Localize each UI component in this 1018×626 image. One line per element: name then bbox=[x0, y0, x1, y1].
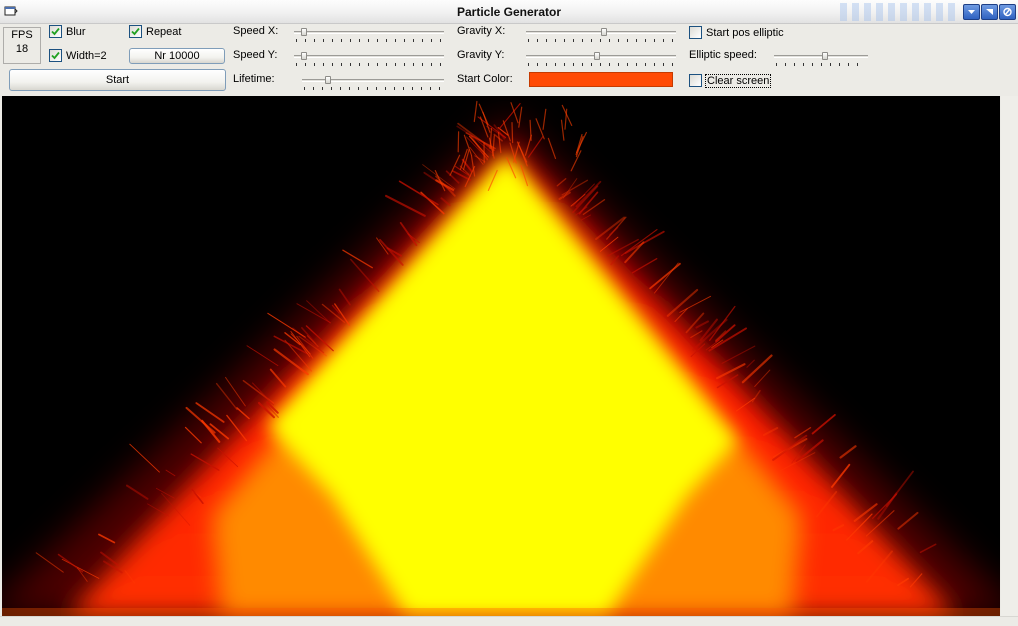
lifetime-slider[interactable] bbox=[302, 76, 444, 90]
speed-x-label: Speed X: bbox=[233, 25, 279, 37]
slider-thumb[interactable] bbox=[601, 28, 607, 36]
particle-canvas[interactable] bbox=[2, 96, 1000, 616]
blur-checkbox-box[interactable] bbox=[49, 25, 62, 38]
start-button[interactable]: Start bbox=[9, 69, 226, 91]
floor-speckle bbox=[2, 608, 1000, 616]
blur-checkbox[interactable]: Blur bbox=[49, 25, 86, 38]
width-checkbox[interactable]: Width=2 bbox=[49, 49, 107, 62]
slider-thumb[interactable] bbox=[594, 52, 600, 60]
gravity-x-label: Gravity X: bbox=[457, 25, 506, 37]
fps-display: FPS 18 bbox=[3, 27, 41, 64]
slider-track bbox=[302, 79, 444, 82]
clear-screen-label: Clear screen bbox=[704, 73, 772, 88]
gravity-x-slider[interactable] bbox=[526, 28, 676, 42]
particle-streak bbox=[560, 119, 565, 141]
clear-screen-checkbox-box[interactable] bbox=[689, 74, 702, 87]
checkmark-icon bbox=[51, 27, 60, 36]
start-pos-elliptic-checkbox-box[interactable] bbox=[689, 26, 702, 39]
repeat-checkbox-box[interactable] bbox=[129, 25, 142, 38]
repeat-checkbox[interactable]: Repeat bbox=[129, 25, 181, 38]
slider-track bbox=[294, 55, 444, 58]
particle-streak bbox=[561, 104, 573, 126]
slider-thumb[interactable] bbox=[301, 52, 307, 60]
lifetime-label: Lifetime: bbox=[233, 73, 275, 85]
particle-render bbox=[2, 100, 1000, 616]
checkmark-icon bbox=[131, 27, 140, 36]
fps-value: 18 bbox=[15, 43, 29, 55]
slider-track bbox=[526, 55, 676, 58]
slider-thumb[interactable] bbox=[301, 28, 307, 36]
control-panel: FPS 18 Blur Repeat Width=2 Nr 10000 Star… bbox=[0, 24, 1018, 96]
blur-label: Blur bbox=[66, 25, 86, 38]
maximize-button[interactable] bbox=[981, 4, 998, 20]
gravity-y-label: Gravity Y: bbox=[457, 49, 505, 61]
slider-track bbox=[294, 31, 444, 34]
window-bottom-strip bbox=[0, 616, 1018, 626]
repeat-label: Repeat bbox=[146, 25, 182, 38]
width-checkbox-box[interactable] bbox=[49, 49, 62, 62]
particle-count-button[interactable]: Nr 10000 bbox=[129, 48, 225, 64]
start-pos-elliptic-label: Start pos elliptic bbox=[706, 26, 784, 39]
elliptic-speed-label: Elliptic speed: bbox=[689, 49, 757, 61]
title-bar-decoration bbox=[840, 3, 960, 21]
fps-label: FPS bbox=[11, 29, 33, 41]
speed-x-slider[interactable] bbox=[294, 28, 444, 42]
start-color-swatch[interactable] bbox=[529, 72, 673, 87]
slider-ticks bbox=[528, 63, 674, 66]
title-bar[interactable]: Particle Generator bbox=[0, 0, 1018, 24]
elliptic-speed-slider[interactable] bbox=[774, 52, 868, 66]
slider-ticks bbox=[776, 63, 866, 66]
gravity-y-slider[interactable] bbox=[526, 52, 676, 66]
slider-ticks bbox=[304, 87, 442, 90]
particle-streak bbox=[542, 108, 547, 130]
checkmark-icon bbox=[51, 51, 60, 60]
minimize-button[interactable] bbox=[963, 4, 980, 20]
close-button[interactable] bbox=[999, 4, 1016, 20]
particle-streak bbox=[547, 137, 557, 160]
slider-ticks bbox=[528, 39, 674, 42]
maximize-icon bbox=[986, 9, 993, 15]
speed-y-label: Speed Y: bbox=[233, 49, 278, 61]
close-icon bbox=[1003, 7, 1012, 17]
start-color-label: Start Color: bbox=[457, 73, 513, 85]
slider-thumb[interactable] bbox=[325, 76, 331, 84]
particle-streak bbox=[518, 106, 523, 128]
clear-screen-checkbox[interactable]: Clear screen bbox=[689, 73, 772, 88]
slider-ticks bbox=[296, 39, 442, 42]
particle-streak bbox=[473, 100, 478, 123]
width-label: Width=2 bbox=[66, 49, 107, 62]
speed-y-slider[interactable] bbox=[294, 52, 444, 66]
minimize-icon bbox=[968, 10, 975, 14]
canvas-side-strip bbox=[1001, 96, 1018, 616]
particle-streak bbox=[511, 122, 514, 144]
slider-thumb[interactable] bbox=[822, 52, 828, 60]
slider-ticks bbox=[296, 63, 442, 66]
start-pos-elliptic-checkbox[interactable]: Start pos elliptic bbox=[689, 26, 784, 39]
slider-track bbox=[774, 55, 868, 58]
